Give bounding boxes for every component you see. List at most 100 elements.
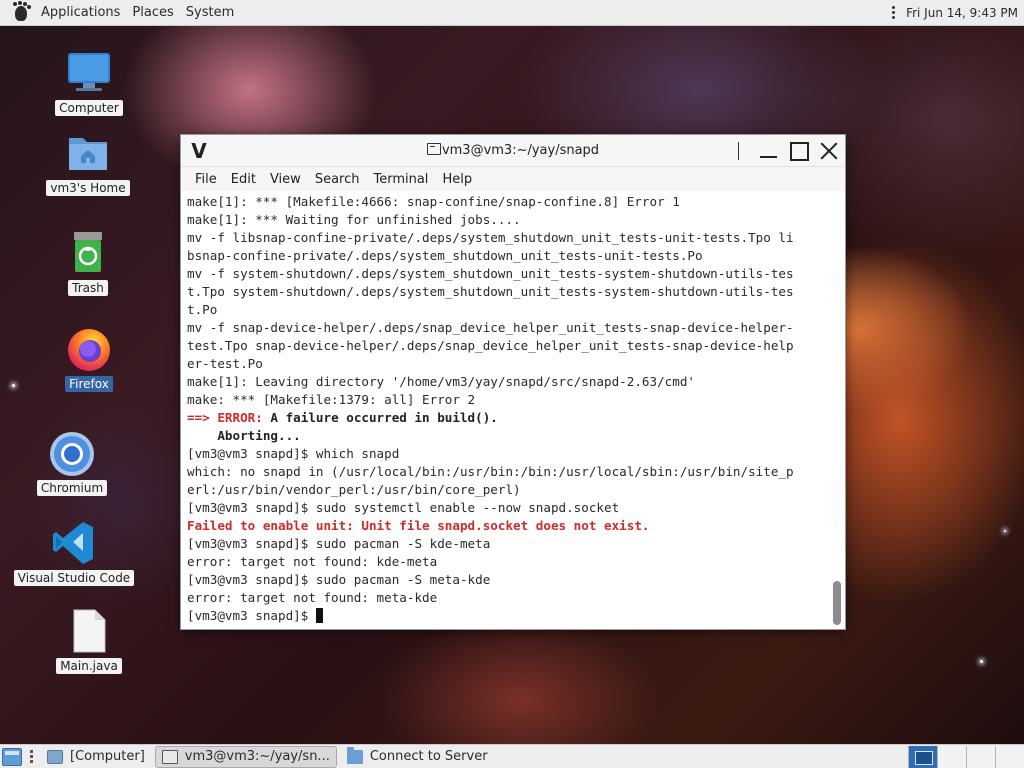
terminal-line: make[1]: *** [Makefile:4666: snap-confin… xyxy=(187,193,827,211)
task-connect-to-server[interactable]: Connect to Server xyxy=(341,746,494,768)
window-title-text: vm3@vm3:~/yay/snapd xyxy=(441,143,600,158)
line-text: [vm3@vm3 snapd]$ sudo pacman -S kde-meta xyxy=(187,536,491,551)
line-text: which: no snapd in (/usr/local/bin:/usr/… xyxy=(187,464,794,479)
show-desktop-icon[interactable] xyxy=(2,747,22,766)
menu-file[interactable]: File xyxy=(188,172,224,187)
terminal-line: t.Tpo system-shutdown/.deps/system_shutd… xyxy=(187,283,827,301)
line-text: t.Po xyxy=(187,302,218,317)
workspace-3[interactable] xyxy=(966,745,995,768)
terminal-line: mv -f system-shutdown/.deps/system_shutd… xyxy=(187,265,827,283)
terminal-line: Aborting... xyxy=(187,427,827,445)
menu-edit[interactable]: Edit xyxy=(224,172,263,187)
line-text: [vm3@vm3 snapd]$ sudo pacman -S meta-kde xyxy=(187,572,491,587)
top-panel: Applications Places System Fri Jun 14, 9… xyxy=(0,0,1024,26)
terminal-line: [vm3@vm3 snapd]$ sudo systemctl enable -… xyxy=(187,499,827,517)
line-text: make[1]: Leaving directory '/home/vm3/ya… xyxy=(187,374,695,389)
menu-places[interactable]: Places xyxy=(126,5,179,20)
line-text: make[1]: *** Waiting for unfinished jobs… xyxy=(187,212,521,227)
firefox-icon xyxy=(66,326,112,372)
line-text: bsnap-confine-private/.deps/system_shutd… xyxy=(187,248,703,263)
terminal-line: [vm3@vm3 snapd]$ which snapd xyxy=(187,445,827,463)
task-label: [Computer] xyxy=(70,749,145,764)
terminal-line: mv -f libsnap-confine-private/.deps/syst… xyxy=(187,229,827,247)
menu-search[interactable]: Search xyxy=(308,172,367,187)
terminal-line: make[1]: *** Waiting for unfinished jobs… xyxy=(187,211,827,229)
desktop-icon-label: Firefox xyxy=(65,376,113,392)
line-text: test.Tpo snap-device-helper/.deps/snap_d… xyxy=(187,338,794,353)
menu-help[interactable]: Help xyxy=(435,172,479,187)
terminal-titlebar[interactable]: V vm3@vm3:~/yay/snapd xyxy=(181,135,845,167)
line-text: er-test.Po xyxy=(187,356,263,371)
terminal-line: erl:/usr/bin/vendor_perl:/usr/bin/core_p… xyxy=(187,481,827,499)
desktop-icon-vscode[interactable]: Visual Studio Code xyxy=(13,520,135,586)
terminal-line: bsnap-confine-private/.deps/system_shutd… xyxy=(187,247,827,265)
terminal-line: which: no snapd in (/usr/local/bin:/usr/… xyxy=(187,463,827,481)
terminal-line: error: target not found: kde-meta xyxy=(187,553,827,571)
star xyxy=(1004,530,1006,532)
gnome-foot-icon[interactable] xyxy=(10,0,32,24)
folder-icon xyxy=(346,746,363,764)
terminal-icon xyxy=(426,143,441,155)
terminal-icon xyxy=(161,749,178,764)
close-button[interactable] xyxy=(817,139,841,163)
line-text: A failure occurred in build(). xyxy=(262,410,498,425)
terminal-line: make[1]: Leaving directory '/home/vm3/ya… xyxy=(187,373,827,391)
line-text: error: target not found: kde-meta xyxy=(187,554,438,569)
desktop-icon-computer[interactable]: Computer xyxy=(29,50,149,116)
workspace-1[interactable] xyxy=(908,745,937,768)
star xyxy=(12,384,15,387)
terminal-menubar: File Edit View Search Terminal Help xyxy=(181,167,845,191)
star xyxy=(980,660,983,663)
workspace-switcher xyxy=(908,745,1024,768)
panel-kebab-icon[interactable] xyxy=(888,6,898,19)
workspace-2[interactable] xyxy=(937,745,966,768)
trash-icon xyxy=(65,230,111,276)
terminal-line: Failed to enable unit: Unit file snapd.s… xyxy=(187,517,827,535)
line-text: [vm3@vm3 snapd]$ sudo systemctl enable -… xyxy=(187,500,620,515)
desktop-icon-home[interactable]: vm3's Home xyxy=(28,130,148,196)
terminal-line: error: target not found: meta-kde xyxy=(187,589,827,607)
task-terminal[interactable]: vm3@vm3:~/yay/sn... xyxy=(154,745,337,768)
terminal-line: ==> ERROR: A failure occurred in build()… xyxy=(187,409,827,427)
terminal-line: make: *** [Makefile:1379: all] Error 2 xyxy=(187,391,827,409)
window-menu-icon[interactable]: V xyxy=(181,139,217,163)
terminal-window[interactable]: V vm3@vm3:~/yay/snapd File Edit View Sea… xyxy=(180,134,846,630)
computer-icon xyxy=(47,749,63,764)
menu-applications[interactable]: Applications xyxy=(35,5,126,20)
desktop-icon-label: vm3's Home xyxy=(46,180,130,196)
desktop-icon-label: Trash xyxy=(68,280,108,296)
desktop-icon-trash[interactable]: Trash xyxy=(28,230,148,296)
terminal-line: [vm3@vm3 snapd]$ xyxy=(187,607,827,625)
line-text: make[1]: *** [Makefile:4666: snap-confin… xyxy=(187,194,680,209)
menu-view[interactable]: View xyxy=(263,172,308,187)
computer-icon xyxy=(66,50,112,96)
workspace-4[interactable] xyxy=(995,745,1024,768)
line-text: make: *** [Makefile:1379: all] Error 2 xyxy=(187,392,476,407)
menu-system[interactable]: System xyxy=(180,5,240,20)
desktop-icon-chromium[interactable]: Chromium xyxy=(12,430,132,496)
desktop-icon-main-java[interactable]: Main.java xyxy=(29,608,149,674)
menu-terminal[interactable]: Terminal xyxy=(366,172,435,187)
terminal-output[interactable]: make[1]: *** [Makefile:4666: snap-confin… xyxy=(181,192,845,629)
maximize-button[interactable] xyxy=(787,139,811,163)
desktop-icon-label: Visual Studio Code xyxy=(13,570,135,586)
home-folder-icon xyxy=(65,130,111,176)
minimize-button[interactable] xyxy=(757,139,781,163)
scrollbar-thumb[interactable] xyxy=(833,581,841,625)
error-prefix: ==> ERROR: xyxy=(187,410,263,425)
terminal-line: t.Po xyxy=(187,301,827,319)
chromium-icon xyxy=(49,430,95,476)
line-text: mv -f libsnap-confine-private/.deps/syst… xyxy=(187,230,794,245)
line-text: Failed to enable unit: Unit file snapd.s… xyxy=(187,518,650,533)
task-label: Connect to Server xyxy=(369,749,488,764)
panel-grip-icon[interactable] xyxy=(30,750,33,763)
line-text: erl:/usr/bin/vendor_perl:/usr/bin/core_p… xyxy=(187,482,521,497)
desktop-icon-firefox[interactable]: Firefox xyxy=(29,326,149,392)
terminal-line: test.Tpo snap-device-helper/.deps/snap_d… xyxy=(187,337,827,355)
task-computer[interactable]: [Computer] xyxy=(41,746,151,768)
terminal-scrollbar[interactable] xyxy=(833,193,841,625)
text-file-icon xyxy=(66,608,112,654)
line-text: mv -f snap-device-helper/.deps/snap_devi… xyxy=(187,320,794,335)
panel-clock[interactable]: Fri Jun 14, 9:43 PM xyxy=(906,6,1018,20)
line-text: [vm3@vm3 snapd]$ which snapd xyxy=(187,446,400,461)
